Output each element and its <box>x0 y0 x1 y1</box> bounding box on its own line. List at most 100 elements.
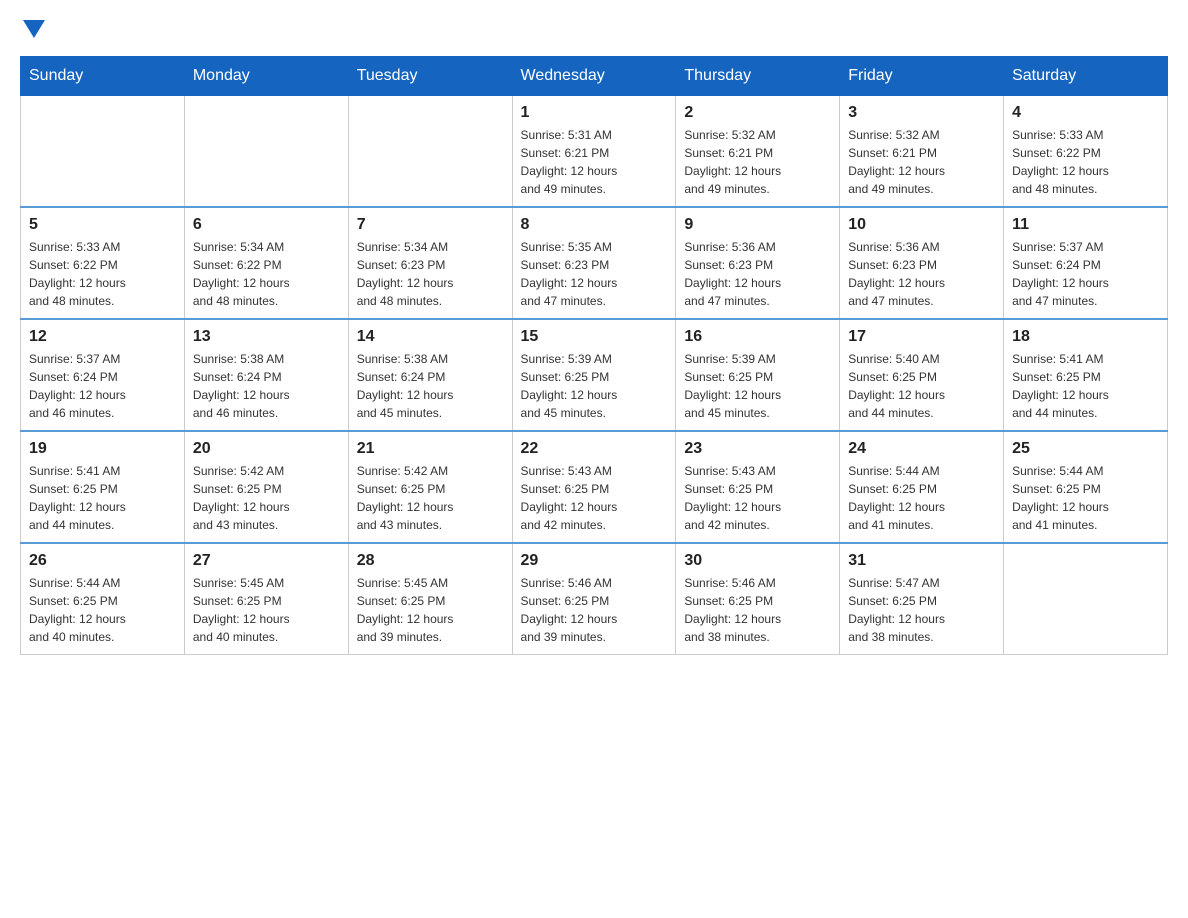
weekday-header-tuesday: Tuesday <box>348 57 512 96</box>
calendar-cell: 27 Sunrise: 5:45 AM Sunset: 6:25 PM Dayli… <box>184 543 348 655</box>
calendar-cell: 25 Sunrise: 5:44 AM Sunset: 6:25 PM Dayli… <box>1004 431 1168 543</box>
day-info: Sunrise: 5:34 AM Sunset: 6:22 PM Dayligh… <box>193 238 340 310</box>
day-info: Sunrise: 5:44 AM Sunset: 6:25 PM Dayligh… <box>848 462 995 534</box>
day-info: Sunrise: 5:45 AM Sunset: 6:25 PM Dayligh… <box>193 574 340 646</box>
calendar-week-5: 26 Sunrise: 5:44 AM Sunset: 6:25 PM Dayli… <box>21 543 1168 655</box>
day-info: Sunrise: 5:43 AM Sunset: 6:25 PM Dayligh… <box>521 462 668 534</box>
calendar-cell: 22Sunrise: 5:43 AM Sunset: 6:25 PM Dayli… <box>512 431 676 543</box>
day-info: Sunrise: 5:41 AM Sunset: 6:25 PM Dayligh… <box>29 462 176 534</box>
day-number: 5 <box>29 216 176 234</box>
calendar-cell: 20 Sunrise: 5:42 AM Sunset: 6:25 PM Dayli… <box>184 431 348 543</box>
day-info: Sunrise: 5:33 AM Sunset: 6:22 PM Dayligh… <box>1012 126 1159 198</box>
day-number: 30 <box>684 552 831 570</box>
day-info: Sunrise: 5:47 AM Sunset: 6:25 PM Dayligh… <box>848 574 995 646</box>
day-number: 10 <box>848 216 995 234</box>
day-info: Sunrise: 5:41 AM Sunset: 6:25 PM Dayligh… <box>1012 350 1159 422</box>
page-header <box>20 20 1168 36</box>
calendar-cell: 16 Sunrise: 5:39 AM Sunset: 6:25 PM Dayli… <box>676 319 840 431</box>
calendar-cell: 3Sunrise: 5:32 AM Sunset: 6:21 PM Daylig… <box>840 96 1004 208</box>
day-info: Sunrise: 5:37 AM Sunset: 6:24 PM Dayligh… <box>1012 238 1159 310</box>
day-number: 16 <box>684 328 831 346</box>
day-number: 1 <box>521 104 668 122</box>
day-number: 20 <box>193 440 340 458</box>
day-info: Sunrise: 5:37 AM Sunset: 6:24 PM Dayligh… <box>29 350 176 422</box>
calendar-header-row: SundayMondayTuesdayWednesdayThursdayFrid… <box>21 57 1168 96</box>
day-number: 7 <box>357 216 504 234</box>
day-info: Sunrise: 5:42 AM Sunset: 6:25 PM Dayligh… <box>357 462 504 534</box>
calendar-cell: 11 Sunrise: 5:37 AM Sunset: 6:24 PM Dayli… <box>1004 207 1168 319</box>
calendar-table: SundayMondayTuesdayWednesdayThursdayFrid… <box>20 56 1168 655</box>
day-info: Sunrise: 5:39 AM Sunset: 6:25 PM Dayligh… <box>684 350 831 422</box>
day-info: Sunrise: 5:33 AM Sunset: 6:22 PM Dayligh… <box>29 238 176 310</box>
day-info: Sunrise: 5:31 AM Sunset: 6:21 PM Dayligh… <box>521 126 668 198</box>
day-number: 31 <box>848 552 995 570</box>
calendar-cell: 15 Sunrise: 5:39 AM Sunset: 6:25 PM Dayli… <box>512 319 676 431</box>
calendar-cell: 10 Sunrise: 5:36 AM Sunset: 6:23 PM Dayli… <box>840 207 1004 319</box>
weekday-header-monday: Monday <box>184 57 348 96</box>
day-info: Sunrise: 5:35 AM Sunset: 6:23 PM Dayligh… <box>521 238 668 310</box>
day-number: 6 <box>193 216 340 234</box>
day-number: 28 <box>357 552 504 570</box>
day-info: Sunrise: 5:45 AM Sunset: 6:25 PM Dayligh… <box>357 574 504 646</box>
day-info: Sunrise: 5:39 AM Sunset: 6:25 PM Dayligh… <box>521 350 668 422</box>
day-number: 25 <box>1012 440 1159 458</box>
day-number: 24 <box>848 440 995 458</box>
day-number: 15 <box>521 328 668 346</box>
calendar-cell: 12 Sunrise: 5:37 AM Sunset: 6:24 PM Dayli… <box>21 319 185 431</box>
calendar-cell: 9Sunrise: 5:36 AM Sunset: 6:23 PM Daylig… <box>676 207 840 319</box>
day-info: Sunrise: 5:43 AM Sunset: 6:25 PM Dayligh… <box>684 462 831 534</box>
calendar-cell: 30Sunrise: 5:46 AM Sunset: 6:25 PM Dayli… <box>676 543 840 655</box>
day-number: 9 <box>684 216 831 234</box>
calendar-cell <box>21 96 185 208</box>
calendar-cell <box>1004 543 1168 655</box>
calendar-cell: 4 Sunrise: 5:33 AM Sunset: 6:22 PM Daylig… <box>1004 96 1168 208</box>
day-info: Sunrise: 5:34 AM Sunset: 6:23 PM Dayligh… <box>357 238 504 310</box>
day-number: 18 <box>1012 328 1159 346</box>
calendar-cell: 17 Sunrise: 5:40 AM Sunset: 6:25 PM Dayli… <box>840 319 1004 431</box>
calendar-cell: 7 Sunrise: 5:34 AM Sunset: 6:23 PM Daylig… <box>348 207 512 319</box>
weekday-header-saturday: Saturday <box>1004 57 1168 96</box>
calendar-cell: 29Sunrise: 5:46 AM Sunset: 6:25 PM Dayli… <box>512 543 676 655</box>
calendar-cell: 14Sunrise: 5:38 AM Sunset: 6:24 PM Dayli… <box>348 319 512 431</box>
calendar-cell: 24 Sunrise: 5:44 AM Sunset: 6:25 PM Dayli… <box>840 431 1004 543</box>
day-number: 14 <box>357 328 504 346</box>
day-info: Sunrise: 5:36 AM Sunset: 6:23 PM Dayligh… <box>848 238 995 310</box>
day-number: 13 <box>193 328 340 346</box>
day-info: Sunrise: 5:42 AM Sunset: 6:25 PM Dayligh… <box>193 462 340 534</box>
day-number: 12 <box>29 328 176 346</box>
day-number: 23 <box>684 440 831 458</box>
calendar-cell: 2Sunrise: 5:32 AM Sunset: 6:21 PM Daylig… <box>676 96 840 208</box>
day-number: 17 <box>848 328 995 346</box>
weekday-header-sunday: Sunday <box>21 57 185 96</box>
day-info: Sunrise: 5:46 AM Sunset: 6:25 PM Dayligh… <box>521 574 668 646</box>
day-number: 8 <box>521 216 668 234</box>
day-info: Sunrise: 5:40 AM Sunset: 6:25 PM Dayligh… <box>848 350 995 422</box>
day-info: Sunrise: 5:44 AM Sunset: 6:25 PM Dayligh… <box>1012 462 1159 534</box>
calendar-cell: 31 Sunrise: 5:47 AM Sunset: 6:25 PM Dayli… <box>840 543 1004 655</box>
calendar-cell: 8 Sunrise: 5:35 AM Sunset: 6:23 PM Daylig… <box>512 207 676 319</box>
day-info: Sunrise: 5:32 AM Sunset: 6:21 PM Dayligh… <box>848 126 995 198</box>
calendar-week-2: 5 Sunrise: 5:33 AM Sunset: 6:22 PM Daylig… <box>21 207 1168 319</box>
logo <box>20 20 45 36</box>
calendar-week-1: 1 Sunrise: 5:31 AM Sunset: 6:21 PM Daylig… <box>21 96 1168 208</box>
day-number: 11 <box>1012 216 1159 234</box>
weekday-header-friday: Friday <box>840 57 1004 96</box>
day-number: 21 <box>357 440 504 458</box>
logo-triangle-icon <box>23 20 45 38</box>
calendar-cell: 23 Sunrise: 5:43 AM Sunset: 6:25 PM Dayli… <box>676 431 840 543</box>
calendar-cell: 5 Sunrise: 5:33 AM Sunset: 6:22 PM Daylig… <box>21 207 185 319</box>
day-info: Sunrise: 5:38 AM Sunset: 6:24 PM Dayligh… <box>193 350 340 422</box>
day-info: Sunrise: 5:44 AM Sunset: 6:25 PM Dayligh… <box>29 574 176 646</box>
weekday-header-thursday: Thursday <box>676 57 840 96</box>
calendar-cell: 28 Sunrise: 5:45 AM Sunset: 6:25 PM Dayli… <box>348 543 512 655</box>
day-number: 2 <box>684 104 831 122</box>
calendar-cell <box>348 96 512 208</box>
day-number: 19 <box>29 440 176 458</box>
calendar-week-3: 12 Sunrise: 5:37 AM Sunset: 6:24 PM Dayli… <box>21 319 1168 431</box>
day-number: 26 <box>29 552 176 570</box>
calendar-cell: 26 Sunrise: 5:44 AM Sunset: 6:25 PM Dayli… <box>21 543 185 655</box>
day-number: 4 <box>1012 104 1159 122</box>
calendar-cell: 6 Sunrise: 5:34 AM Sunset: 6:22 PM Daylig… <box>184 207 348 319</box>
day-number: 27 <box>193 552 340 570</box>
calendar-cell <box>184 96 348 208</box>
